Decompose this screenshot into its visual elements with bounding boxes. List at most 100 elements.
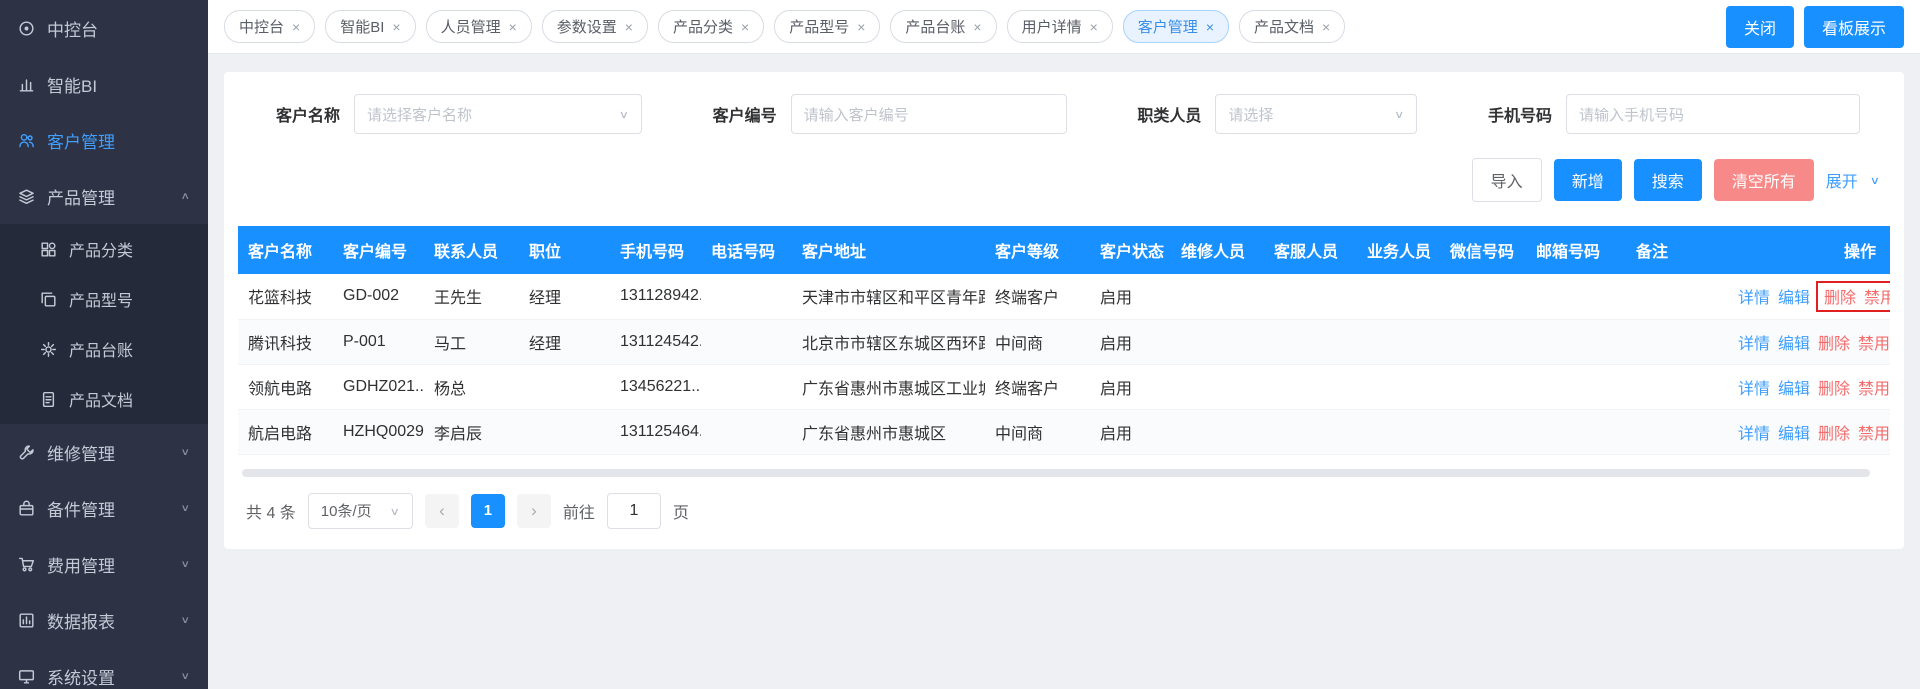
sidebar-item-8[interactable]: 系统设置∨ xyxy=(0,648,208,689)
cell: 131124542... xyxy=(610,319,701,364)
cell: 131128942... xyxy=(610,274,701,319)
cell xyxy=(519,364,610,409)
sidebar-subitem-label: 产品分类 xyxy=(69,237,133,261)
tab-list: 中控台×智能BI×人员管理×参数设置×产品分类×产品型号×产品台账×用户详情×客… xyxy=(224,10,1345,43)
edit-link[interactable]: 编辑 xyxy=(1778,336,1810,353)
current-page-button[interactable]: 1 xyxy=(471,494,505,528)
expand-toggle[interactable]: 展开 ∨ xyxy=(1826,168,1880,192)
tab-label: 产品分类 xyxy=(673,16,733,37)
detail-link[interactable]: 详情 xyxy=(1738,290,1770,307)
delete-link[interactable]: 删除 xyxy=(1818,381,1850,398)
goto-page-input[interactable]: 1 xyxy=(607,493,661,529)
sidebar-item-4[interactable]: 维修管理∨ xyxy=(0,424,208,480)
cell xyxy=(1264,274,1357,319)
sidebar-subitem-0[interactable]: 产品分类 xyxy=(0,224,208,274)
tab-1[interactable]: 智能BI × xyxy=(325,10,415,43)
console-icon xyxy=(18,20,35,37)
column-header-13: 邮箱号码 xyxy=(1526,226,1626,274)
tabbar: 中控台×智能BI×人员管理×参数设置×产品分类×产品型号×产品台账×用户详情×客… xyxy=(208,0,1920,54)
detail-link[interactable]: 详情 xyxy=(1738,381,1770,398)
close-icon[interactable]: × xyxy=(1322,20,1330,34)
tab-8[interactable]: 客户管理 × xyxy=(1123,10,1229,43)
close-icon[interactable]: × xyxy=(625,20,633,34)
sidebar-subitem-2[interactable]: 产品台账 xyxy=(0,324,208,374)
tab-7[interactable]: 用户详情 × xyxy=(1007,10,1113,43)
add-button[interactable]: 新增 xyxy=(1554,159,1622,201)
tab-6[interactable]: 产品台账× xyxy=(890,10,996,43)
page-size-select[interactable]: 10条/页 ∨ xyxy=(308,493,413,529)
disable-link[interactable]: 禁用 xyxy=(1858,336,1890,353)
cell xyxy=(1626,319,1720,364)
table-row-3[interactable]: 航启电路HZHQ0029李启辰131125464...广东省惠州市惠城区中间商启… xyxy=(238,409,1890,454)
sidebar-item-0[interactable]: 中控台 xyxy=(0,0,208,56)
report-icon xyxy=(18,612,35,629)
tab-4[interactable]: 产品分类 × xyxy=(658,10,764,43)
table-row-0[interactable]: 花篮科技GD-002王先生经理131128942...天津市市辖区和平区青年路终… xyxy=(238,274,1890,319)
import-button[interactable]: 导入 xyxy=(1472,158,1542,202)
sidebar-subitem-3[interactable]: 产品文档 xyxy=(0,374,208,424)
cell xyxy=(1264,409,1357,454)
filter-label: 手机号码 xyxy=(1488,102,1552,126)
clear-all-button[interactable]: 清空所有 xyxy=(1714,159,1814,201)
edit-link[interactable]: 编辑 xyxy=(1778,426,1810,443)
cell xyxy=(701,274,792,319)
search-button[interactable]: 搜索 xyxy=(1634,159,1702,201)
edit-link[interactable]: 编辑 xyxy=(1778,290,1810,307)
cell: 李启辰 xyxy=(424,409,519,454)
close-button[interactable]: 关闭 xyxy=(1726,6,1794,48)
close-icon[interactable]: × xyxy=(1090,20,1098,34)
edit-link[interactable]: 编辑 xyxy=(1778,381,1810,398)
sidebar-item-7[interactable]: 数据报表∨ xyxy=(0,592,208,648)
column-header-5: 电话号码 xyxy=(701,226,792,274)
table-row-1[interactable]: 腾讯科技P-001马工经理131124542...北京市市辖区东城区西环路中间商… xyxy=(238,319,1890,364)
tab-9[interactable]: 产品文档× xyxy=(1239,10,1345,43)
close-icon[interactable]: × xyxy=(392,20,400,34)
close-icon[interactable]: × xyxy=(509,20,517,34)
close-icon[interactable]: × xyxy=(857,20,865,34)
sidebar-item-2[interactable]: 客户管理 xyxy=(0,112,208,168)
next-page-button[interactable]: › xyxy=(517,494,551,528)
tab-label: 智能BI xyxy=(340,16,384,37)
close-icon[interactable]: × xyxy=(292,20,300,34)
cell xyxy=(519,409,610,454)
filter-select-2[interactable]: 请选择∨ xyxy=(1215,94,1417,134)
delete-link[interactable]: 删除 xyxy=(1818,426,1850,443)
detail-link[interactable]: 详情 xyxy=(1738,336,1770,353)
delete-link[interactable]: 删除 xyxy=(1824,290,1856,307)
close-icon[interactable]: × xyxy=(973,20,981,34)
tab-2[interactable]: 人员管理× xyxy=(426,10,532,43)
disable-link[interactable]: 禁用 xyxy=(1858,381,1890,398)
filter-input-3[interactable]: 请输入手机号码 xyxy=(1566,94,1860,134)
tab-label: 参数设置 xyxy=(557,16,617,37)
disable-link[interactable]: 禁用 xyxy=(1864,290,1890,307)
sidebar-item-label: 备件管理 xyxy=(47,496,115,521)
close-icon[interactable]: × xyxy=(741,20,749,34)
detail-link[interactable]: 详情 xyxy=(1738,426,1770,443)
board-display-button[interactable]: 看板展示 xyxy=(1804,6,1904,48)
filter-input-1[interactable]: 请输入客户编号 xyxy=(791,94,1067,134)
prev-page-button[interactable]: ‹ xyxy=(425,494,459,528)
sidebar-item-label: 维修管理 xyxy=(47,440,115,465)
horizontal-scrollbar[interactable] xyxy=(242,469,1886,477)
tab-label: 用户详情 xyxy=(1022,16,1082,37)
chevron-down-icon: ∨ xyxy=(180,614,190,626)
sidebar-item-3[interactable]: 产品管理∧ xyxy=(0,168,208,224)
tab-0[interactable]: 中控台× xyxy=(224,10,315,43)
delete-link[interactable]: 删除 xyxy=(1818,336,1850,353)
tab-5[interactable]: 产品型号× xyxy=(774,10,880,43)
sidebar-item-1[interactable]: 智能BI xyxy=(0,56,208,112)
sidebar-submenu: 产品分类产品型号产品台账产品文档 xyxy=(0,224,208,424)
filter-select-0[interactable]: 请选择客户名称∨ xyxy=(354,94,642,134)
disable-link[interactable]: 禁用 xyxy=(1858,426,1890,443)
sidebar-item-6[interactable]: 费用管理∨ xyxy=(0,536,208,592)
tab-label: 客户管理 xyxy=(1138,16,1198,37)
sidebar-item-5[interactable]: 备件管理∨ xyxy=(0,480,208,536)
table-row-2[interactable]: 领航电路GDHZ021...杨总13456221...广东省惠州市惠城区工业城终… xyxy=(238,364,1890,409)
cell: 花篮科技 xyxy=(238,274,333,319)
tab-3[interactable]: 参数设置 × xyxy=(542,10,648,43)
cell xyxy=(1626,409,1720,454)
sidebar-subitem-1[interactable]: 产品型号 xyxy=(0,274,208,324)
scrollbar-thumb[interactable] xyxy=(242,469,1870,477)
close-icon[interactable]: × xyxy=(1206,20,1214,34)
customer-management-card: 客户名称请选择客户名称∨客户编号请输入客户编号职类人员请选择∨手机号码请输入手机… xyxy=(224,72,1904,549)
